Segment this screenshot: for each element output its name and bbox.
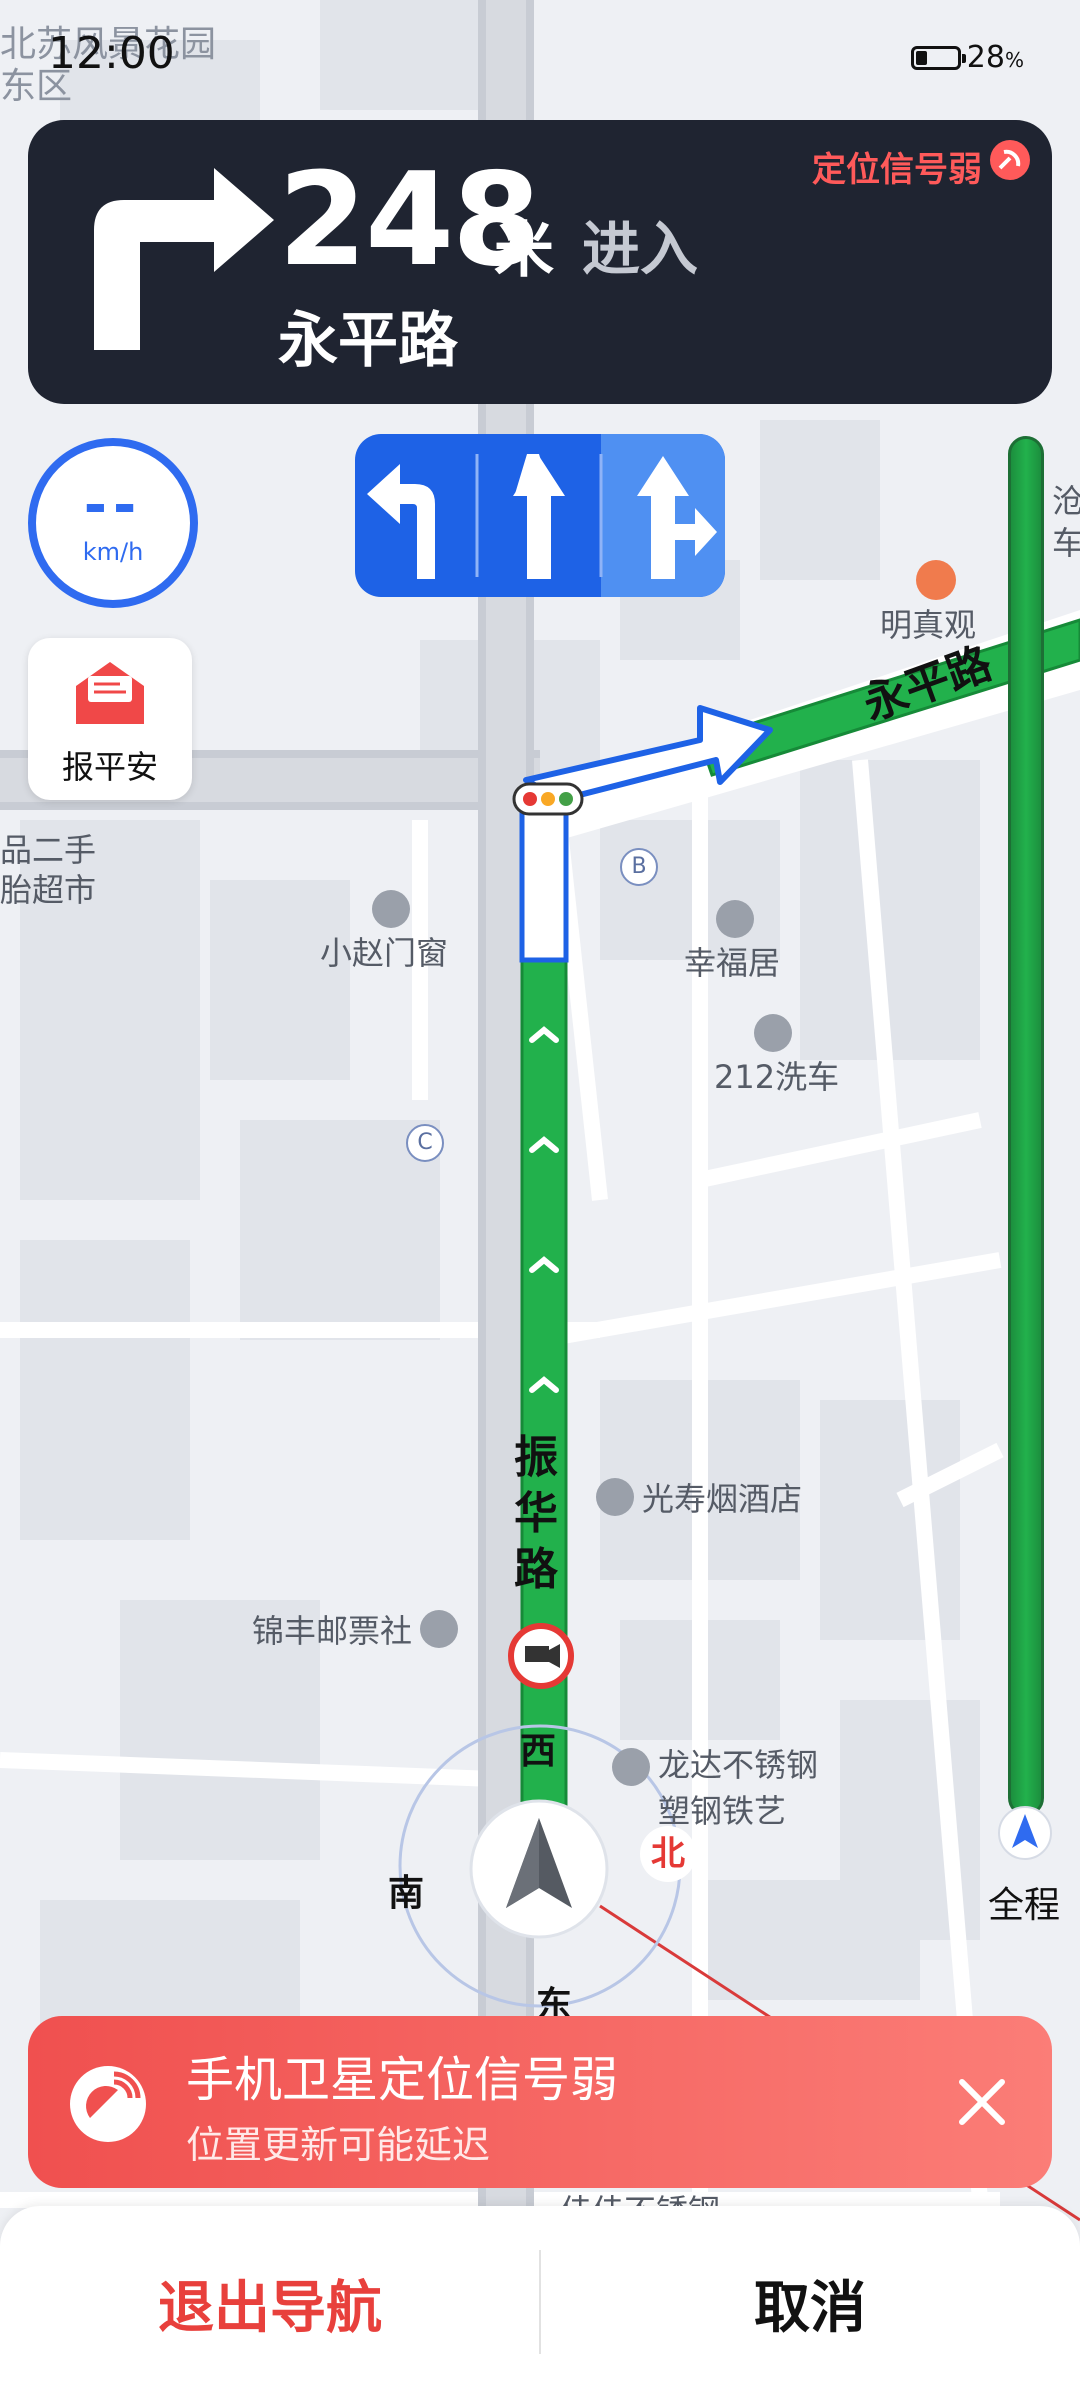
temple-icon [916, 560, 956, 600]
alert-title: 手机卫星定位信号弱 [186, 2052, 619, 2108]
speed-value: -- [83, 473, 143, 538]
battery-percent: 28% [966, 40, 1024, 75]
shop-icon [420, 1610, 459, 1648]
lane-guidance-panel [355, 434, 725, 597]
cancel-button[interactable]: 取消 [540, 2206, 1080, 2400]
lane-left-icon [367, 464, 435, 579]
lane-arrows [367, 434, 725, 597]
poi-xingfuju[interactable]: 幸福居 [684, 900, 780, 984]
envelope-icon [76, 662, 144, 724]
report-safe-button[interactable]: 报平安 [28, 638, 192, 800]
marker-b: B [620, 848, 658, 886]
compass-south: 南 [388, 1873, 425, 1914]
poi-jinfeng[interactable]: 锦丰邮票社 [252, 1606, 459, 1652]
overview-button[interactable]: 全程 [988, 1876, 1060, 1928]
report-safe-label: 报平安 [61, 748, 158, 786]
car-position-icon [469, 1799, 609, 1939]
car-wash-icon [754, 1014, 792, 1052]
turn-action: 进入 [582, 215, 699, 283]
gps-status-text: 定位信号弱 [812, 150, 982, 190]
poi-longda[interactable]: 龙达不锈钢 塑钢铁艺 [612, 1740, 818, 1832]
home-icon [716, 900, 754, 938]
lane-straight-icon [513, 454, 565, 579]
battery-icon [910, 45, 966, 70]
close-icon[interactable] [952, 2072, 1012, 2132]
progress-position-icon [998, 1806, 1052, 1860]
compass-north[interactable]: 北 [640, 1826, 696, 1882]
poi-xiaozhao[interactable]: 小赵门窗 [320, 890, 448, 974]
alert-subtitle: 位置更新可能延迟 [186, 2123, 491, 2167]
turn-right-icon [94, 168, 274, 350]
status-time: 12:00 [48, 28, 175, 79]
shop-icon [372, 890, 410, 928]
turn-road-name: 永平路 [278, 306, 458, 376]
satellite-signal-icon [990, 140, 1030, 180]
shop-icon [596, 1478, 634, 1516]
road-label-current: 振华路 [514, 1432, 558, 1595]
poi-212carwash[interactable]: 212洗车 [714, 1014, 839, 1098]
compass-west: 西 [520, 1731, 557, 1772]
turn-distance-unit: 米 [494, 216, 554, 286]
turn-instruction-card[interactable]: 248 米 进入 永平路 定位信号弱 [28, 120, 1052, 404]
battery-indicator: 28% [910, 40, 1024, 75]
poi-tire-market[interactable]: 品二手 胎超市 [0, 830, 96, 910]
poi-edge: 沧 车 [1052, 482, 1080, 562]
gps-weak-alert[interactable]: 手机卫星定位信号弱 位置更新可能延迟 [28, 2016, 1052, 2188]
satellite-dish-icon [70, 2066, 146, 2142]
poi-guangshou[interactable]: 光寿烟酒店 [596, 1474, 802, 1520]
shop-icon [612, 1748, 650, 1786]
speed-unit: km/h [82, 538, 144, 566]
route-progress-bar [1008, 436, 1044, 1816]
exit-navigation-button[interactable]: 退出导航 [0, 2206, 540, 2400]
bottom-action-bar: 退出导航 取消 [0, 2206, 1080, 2400]
speed-indicator: -- km/h [28, 438, 198, 608]
poi-mingzhenguan[interactable]: 明真观 [880, 560, 976, 646]
marker-c: C [406, 1124, 444, 1162]
